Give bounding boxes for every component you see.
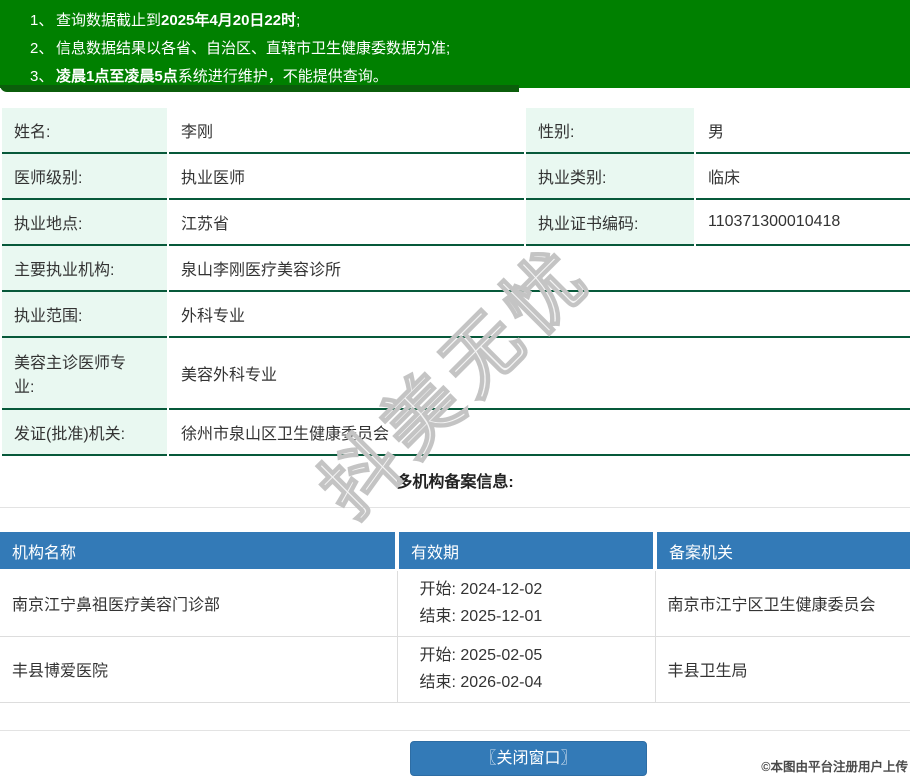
filing-header-row: 机构名称 有效期 备案机关 bbox=[0, 532, 910, 571]
filing-section-title: 多机构备案信息: bbox=[396, 474, 514, 491]
field-label: 执业地点: bbox=[2, 200, 167, 246]
field-value: 外科专业 bbox=[169, 292, 910, 338]
doctor-info-row: 发证(批准)机关: 徐州市泉山区卫生健康委员会 bbox=[2, 410, 910, 456]
field-value: 江苏省 bbox=[169, 200, 524, 246]
doctor-info-table: 姓名: 李刚 性别: 男医师级别: 执业医师 执业类别: 临床 执业地点: 江苏省 执业证书编码:… bbox=[0, 108, 910, 456]
org-name-cell: 丰县博爱医院 bbox=[0, 636, 397, 703]
notice-number: 1、 bbox=[30, 12, 54, 29]
valid-period-cell: 开始: 2024-12-02 结束: 2025-12-01 bbox=[396, 570, 655, 637]
period-start: 开始: 2025-02-05 bbox=[419, 647, 543, 664]
filing-column-header: 有效期 bbox=[395, 532, 655, 571]
filing-table-body: 南京江宁鼻祖医疗美容门诊部 开始: 2024-12-02 结束: 2025-12-0… bbox=[0, 570, 910, 703]
field-value: 男 bbox=[696, 108, 910, 154]
close-window-button[interactable]: 〖关闭窗口〗 bbox=[410, 740, 647, 776]
field-value: 泉山李刚医疗美容诊所 bbox=[169, 246, 910, 292]
filing-column-header: 机构名称 bbox=[0, 532, 397, 571]
filing-authority-cell: 丰县卫生局 bbox=[654, 636, 910, 703]
field-value: 执业医师 bbox=[169, 154, 524, 200]
valid-period-cell: 开始: 2025-02-05 结束: 2026-02-04 bbox=[396, 636, 655, 703]
doctor-info-row: 主要执业机构: 泉山李刚医疗美容诊所 bbox=[2, 246, 910, 292]
filing-row: 丰县博爱医院 开始: 2025-02-05 结束: 2026-02-04 丰县卫生局 bbox=[0, 636, 910, 703]
field-value: 李刚 bbox=[169, 108, 524, 154]
notice-item: 2、 信息数据结果以各省、自治区、直辖市卫生健康委数据为准; bbox=[30, 35, 900, 63]
doctor-info-body: 姓名: 李刚 性别: 男医师级别: 执业医师 执业类别: 临床 执业地点: 江苏省 执业证书编码:… bbox=[2, 108, 910, 456]
notice-number: 3、 bbox=[30, 68, 54, 85]
doctor-info-row: 姓名: 李刚 性别: 男 bbox=[2, 108, 910, 154]
period-end: 结束: 2026-02-04 bbox=[419, 674, 543, 691]
field-value: 110371300010418 bbox=[696, 200, 910, 246]
doctor-info-row: 医师级别: 执业医师 执业类别: 临床 bbox=[2, 154, 910, 200]
period-start: 开始: 2024-12-02 bbox=[419, 581, 543, 599]
filing-column-header: 备案机关 bbox=[653, 532, 910, 571]
filing-row: 南京江宁鼻祖医疗美容门诊部 开始: 2024-12-02 结束: 2025-12-0… bbox=[0, 570, 910, 637]
doctor-info-row: 执业地点: 江苏省 执业证书编码: 110371300010418 bbox=[2, 200, 910, 246]
filing-authority-cell: 南京市江宁区卫生健康委员会 bbox=[654, 570, 910, 637]
field-label: 医师级别: bbox=[2, 154, 167, 200]
field-label: 性别: bbox=[526, 108, 694, 154]
field-value: 临床 bbox=[696, 154, 910, 200]
notice-panel: 1、 查询数据截止到2025年4月20日22时; 2、 信息数据结果以各省、自治区、直… bbox=[0, 0, 910, 92]
period-end: 结束: 2025-12-01 bbox=[419, 608, 543, 626]
field-value: 美容外科专业 bbox=[169, 338, 910, 410]
field-label: 姓名: bbox=[2, 108, 167, 154]
notice-item: 3、 凌晨1点至凌晨5点系统进行维护，不能提供查询。 bbox=[30, 63, 900, 91]
footer-divider bbox=[0, 729, 910, 731]
notice-text: 查询数据截止到2025年4月20日22时; bbox=[56, 12, 301, 29]
image-credit-watermark: ©本图由平台注册用户上传 bbox=[761, 760, 908, 774]
field-label: 执业证书编码: bbox=[526, 200, 694, 246]
filing-table: 机构名称 有效期 备案机关 南京江宁鼻祖医疗美容门诊部 开始: 2024-12-02 结… bbox=[0, 532, 910, 703]
field-value: 徐州市泉山区卫生健康委员会 bbox=[169, 410, 910, 456]
section-divider bbox=[0, 507, 910, 508]
field-label: 主要执业机构: bbox=[2, 246, 167, 292]
org-name-cell: 南京江宁鼻祖医疗美容门诊部 bbox=[0, 570, 397, 637]
notice-list: 1、 查询数据截止到2025年4月20日22时; 2、 信息数据结果以各省、自治区、直… bbox=[30, 7, 900, 91]
field-label: 执业范围: bbox=[2, 292, 167, 338]
field-label: 发证(批准)机关: bbox=[2, 410, 167, 456]
notice-item: 1、 查询数据截止到2025年4月20日22时; bbox=[30, 7, 900, 35]
notice-text: 凌晨1点至凌晨5点系统进行维护，不能提供查询。 bbox=[56, 68, 388, 85]
field-label: 执业类别: bbox=[526, 154, 694, 200]
field-label: 美容主诊医师专业: bbox=[2, 338, 167, 410]
notice-number: 2、 bbox=[30, 40, 54, 57]
doctor-info-row: 执业范围: 外科专业 bbox=[2, 292, 910, 338]
notice-text: 信息数据结果以各省、自治区、直辖市卫生健康委数据为准; bbox=[56, 40, 451, 57]
doctor-info-row: 美容主诊医师专业: 美容外科专业 bbox=[2, 338, 910, 410]
